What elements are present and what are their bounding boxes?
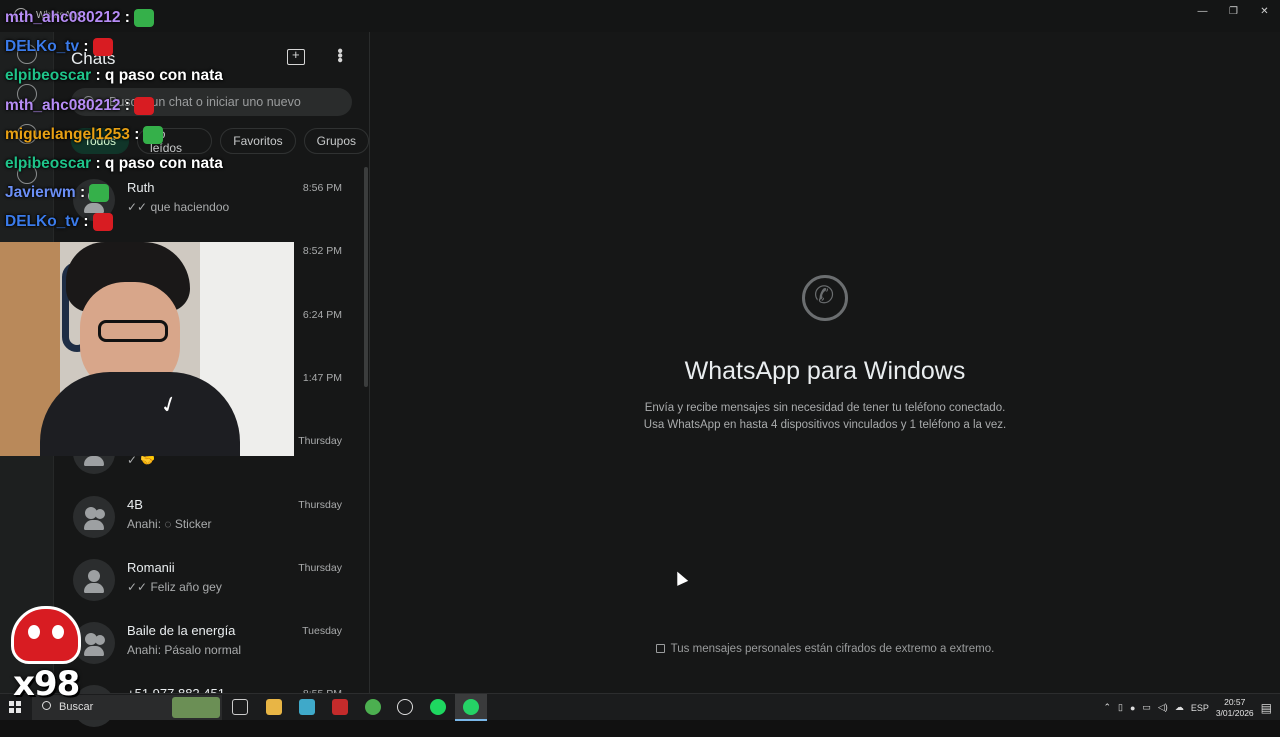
chat-text: q paso con nata (100, 67, 223, 85)
chat-username: Javierwm (5, 184, 76, 202)
chat-username: elpibeoscar (5, 155, 92, 172)
chat-last-message: ✓✓ que haciendoo (127, 200, 230, 214)
webcam-overlay: ✓ (0, 242, 294, 456)
group-avatar-icon (73, 495, 115, 538)
stream-chat-message: elpibeoscar : q paso con nata (5, 155, 223, 173)
whatsapp-logo-icon (802, 275, 848, 321)
maximize-button[interactable]: ❐ (1218, 0, 1249, 22)
minimize-button[interactable]: — (1187, 0, 1218, 22)
chat-name: Baile de la energía (127, 623, 236, 639)
chat-time: Thursday (298, 435, 342, 448)
chat-username: DELKo_tv (5, 213, 80, 231)
emote-icon (143, 125, 164, 144)
chat-username: mth_ahc080212 (5, 96, 121, 114)
app-icon[interactable] (397, 699, 413, 715)
app-icon[interactable] (332, 699, 348, 715)
mascot-icon (11, 606, 81, 664)
stream-chat-message: DELKo_tv : (5, 213, 113, 232)
spotify-icon[interactable] (430, 699, 446, 715)
encryption-text: Tus mensajes personales están cifrados d… (670, 643, 995, 655)
emote-icon (92, 213, 113, 232)
stream-chat-message: mth_ahc080212 : (5, 96, 154, 115)
chat-row[interactable]: Romanii ✓✓ Feliz año gey Thursday (54, 548, 364, 611)
emote-counter-overlay: x98 (7, 602, 87, 704)
chrome-icon[interactable] (365, 699, 381, 715)
chat-username: elpibeoscar (5, 67, 92, 85)
chat-list-scrollbar[interactable] (364, 167, 368, 387)
chat-text: q paso con nata (100, 155, 223, 172)
clock[interactable]: 20:57 3/01/2026 (1216, 697, 1254, 719)
chat-row[interactable]: 4B Anahi: ◌ Sticker Thursday (54, 485, 364, 548)
chat-last-message: ✓✓ Feliz año gey (127, 579, 222, 594)
search-highlight-image (172, 697, 220, 718)
clock-time: 20:57 (1224, 696, 1246, 707)
mic-icon[interactable]: ● (1130, 703, 1135, 713)
chat-separator: : (91, 155, 101, 172)
title-bar: WhatsApp — ❐ ✕ (0, 0, 1280, 32)
chat-time: 6:24 PM (302, 308, 342, 321)
app-icon[interactable] (299, 699, 315, 715)
lock-icon (655, 644, 665, 653)
emote-count: x98 (13, 664, 80, 704)
chat-name: 4B (127, 496, 143, 512)
new-chat-icon[interactable] (287, 47, 305, 65)
chat-last-message: Anahi: Pásalo normal (127, 643, 242, 658)
network-icon[interactable]: ▭ (1142, 702, 1151, 713)
chat-separator: : (129, 125, 140, 143)
chat-time: Tuesday (302, 625, 342, 638)
chat-username: miguelangel1253 (5, 125, 130, 143)
encryption-note: Tus mensajes personales están cifrados d… (370, 643, 1280, 655)
system-tray: ⌃ ▯ ● ▭ ◁) ☁ ESP 20:57 3/01/2026 ▤ (1103, 694, 1272, 721)
volume-icon[interactable]: ◁) (1158, 702, 1168, 713)
filter-grupos[interactable]: Grupos (303, 128, 369, 154)
battery-icon[interactable]: ▯ (1118, 702, 1123, 713)
chat-last-message: Anahi: ◌ Sticker (127, 516, 212, 531)
stream-chat-message: elpibeoscar : q paso con nata (5, 67, 223, 85)
welcome-line-1: Envía y recibe mensajes sin necesidad de… (644, 402, 1006, 414)
filter-favoritos[interactable]: Favoritos (220, 128, 296, 154)
chevron-up-icon[interactable]: ⌃ (1103, 702, 1111, 713)
chat-time: 1:47 PM (302, 371, 342, 384)
language-indicator[interactable]: ESP (1191, 703, 1209, 713)
emote-icon (133, 9, 154, 27)
welcome-pane: WhatsApp para Windows Envía y recibe men… (370, 32, 1280, 693)
chat-name: Ruth (127, 180, 155, 195)
stream-chat-message: DELKo_tv : (5, 38, 113, 57)
stream-chat-message: Javierwm : (5, 184, 110, 203)
clock-date: 3/01/2026 (1215, 707, 1254, 718)
chat-separator: : (75, 184, 86, 202)
welcome-line-2: Usa WhatsApp en hasta 4 dispositivos vin… (643, 419, 1007, 431)
person-avatar-icon (73, 558, 115, 601)
welcome-title: WhatsApp para Windows (684, 357, 966, 385)
window-controls: — ❐ ✕ (1187, 0, 1280, 24)
taskbar-whatsapp[interactable] (455, 694, 487, 721)
chat-time: Thursday (298, 498, 342, 511)
cloud-icon[interactable]: ☁ (1175, 702, 1184, 713)
chat-row[interactable]: Baile de la energía Anahi: Pásalo normal T… (54, 611, 364, 674)
whatsapp-icon (463, 699, 479, 715)
chat-separator: : (120, 9, 130, 27)
chat-time: 8:56 PM (302, 182, 342, 194)
emote-icon (89, 184, 110, 203)
close-button[interactable]: ✕ (1249, 0, 1280, 22)
chat-separator: : (79, 213, 89, 231)
chat-separator: : (79, 38, 89, 56)
emote-icon (92, 38, 113, 57)
emote-icon (133, 96, 154, 115)
notifications-icon[interactable]: ▤ (1261, 701, 1272, 715)
chat-time: 8:52 PM (302, 245, 342, 258)
chat-username: mth_ahc080212 (5, 9, 121, 27)
menu-icon[interactable]: ••• (330, 48, 348, 62)
stream-chat-message: mth_ahc080212 : (5, 9, 154, 27)
chat-time: Thursday (298, 561, 342, 574)
chat-separator: : (120, 96, 130, 114)
taskbar: Buscar ⌃ ▯ ● ▭ ◁) ☁ ESP 20:57 3/01/2026 … (0, 693, 1280, 721)
task-view-icon[interactable] (232, 699, 248, 715)
stream-chat-message: miguelangel1253 : (5, 125, 164, 144)
file-explorer-icon[interactable] (266, 699, 282, 715)
chat-username: DELKo_tv (5, 38, 80, 56)
chat-separator: : (91, 67, 101, 85)
chat-name: Romanii (127, 559, 175, 575)
